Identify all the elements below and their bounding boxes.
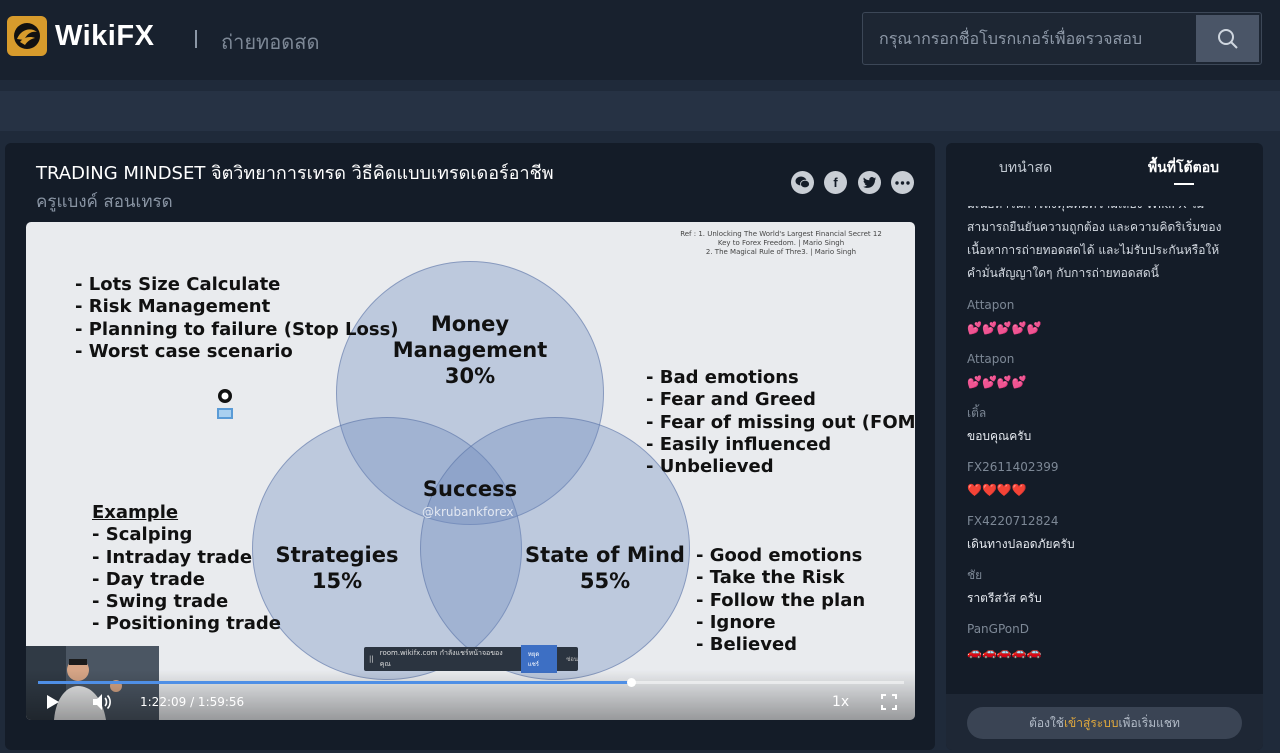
time-readout: 1:22:09 / 1:59:56 bbox=[140, 695, 245, 709]
chat-text: ราตรีสวัส ครับ bbox=[967, 591, 1042, 605]
progress-bar[interactable] bbox=[38, 678, 904, 687]
chat-message: PanGPonD 🚗🚗🚗🚗🚗 bbox=[967, 621, 1252, 663]
chat-message: Attapon 💕💕💕💕 bbox=[967, 351, 1252, 393]
success-label: Success bbox=[422, 477, 518, 501]
chat-messages[interactable]: มีเนื้อหาในการลงทุนที่มีความเสี่ยง WikiF… bbox=[967, 206, 1252, 694]
live-panel: TRADING MINDSET จิตวิทยาการเทรด วิธีคิดแ… bbox=[5, 143, 935, 750]
example-list: Example - Scalping - Intraday trade - Da… bbox=[92, 502, 281, 635]
facebook-icon[interactable]: f bbox=[824, 171, 847, 194]
stream-title: TRADING MINDSET จิตวิทยาการเทรด วิธีคิดแ… bbox=[36, 163, 554, 184]
login-link[interactable]: เข้าสู่ระบบ bbox=[1064, 716, 1119, 730]
chat-username: เติ้ล bbox=[967, 406, 987, 420]
chat-message: เติ้ล ขอบคุณครับ bbox=[967, 405, 1252, 447]
wikifx-logo-icon[interactable] bbox=[7, 16, 47, 56]
login-to-chat-button[interactable]: ต้องใช้เข้าสู่ระบบเพื่อเริ่มแชท bbox=[967, 707, 1242, 739]
chat-text: ❤️❤️❤️❤️ bbox=[967, 483, 1027, 497]
page-title: ถ่ายทอดสด bbox=[221, 30, 320, 54]
strategies-label: Strategies 15% bbox=[275, 543, 399, 593]
state-of-mind-list: - Good emotions - Take the Risk - Follow… bbox=[696, 545, 866, 656]
search-box bbox=[862, 12, 1262, 65]
money-management-label: Money Management 30% bbox=[392, 312, 548, 388]
chat-sidebar: บทนำสด พื้นที่โต้ตอบ มีเนื้อหาในการลงทุน… bbox=[946, 143, 1263, 750]
chat-text: 💕💕💕💕💕 bbox=[967, 321, 1042, 335]
play-icon[interactable] bbox=[46, 694, 60, 714]
fullscreen-icon[interactable] bbox=[881, 694, 897, 714]
chat-disclaimer: มีเนื้อหาในการลงทุนที่มีความเสี่ยง WikiF… bbox=[967, 206, 1222, 280]
chat-message: FX4220712824 เดินทางปลอดภัยครับ bbox=[967, 513, 1252, 555]
bad-emotions-list: - Bad emotions - Fear and Greed - Fear o… bbox=[646, 367, 915, 478]
slide-reference: Ref : 1. Unlocking The World's Largest F… bbox=[680, 230, 882, 256]
chat-message: ชัย ราตรีสวัส ครับ bbox=[967, 567, 1252, 609]
more-icon[interactable] bbox=[891, 171, 914, 194]
tab-interaction[interactable]: พื้นที่โต้ตอบ bbox=[1148, 157, 1219, 179]
progress-fill bbox=[38, 681, 632, 684]
video-player[interactable]: Ref : 1. Unlocking The World's Largest F… bbox=[26, 222, 915, 720]
volume-icon[interactable] bbox=[92, 693, 112, 715]
top-bar: WikiFX ถ่ายทอดสด bbox=[0, 0, 1280, 80]
search-icon bbox=[1217, 28, 1238, 49]
stop-share-button[interactable]: หยุดแชร์ bbox=[520, 645, 558, 673]
chat-username: FX4220712824 bbox=[967, 514, 1059, 528]
logo-text[interactable]: WikiFX bbox=[55, 20, 154, 53]
money-management-list: - Lots Size Calculate - Risk Management … bbox=[75, 274, 399, 362]
twitter-icon[interactable] bbox=[858, 171, 881, 194]
chat-username: Attapon bbox=[967, 352, 1015, 366]
chat-message: FX2611402399 ❤️❤️❤️❤️ bbox=[967, 459, 1252, 501]
state-of-mind-label: State of Mind 55% bbox=[525, 543, 685, 593]
chat-footer: ต้องใช้เข้าสู่ระบบเพื่อเริ่มแชท bbox=[946, 694, 1263, 750]
chat-text: เดินทางปลอดภัยครับ bbox=[967, 537, 1075, 551]
chat-username: Attapon bbox=[967, 298, 1015, 312]
tab-live-intro[interactable]: บทนำสด bbox=[999, 157, 1052, 179]
wechat-icon[interactable] bbox=[791, 171, 814, 194]
screen-share-banner: || room.wikifx.com กำลังแชร์หน้าจอของคุณ… bbox=[364, 645, 578, 673]
search-button[interactable] bbox=[1196, 15, 1259, 62]
slide-watermark: @krubankforex bbox=[422, 505, 514, 519]
chat-message: Attapon 💕💕💕💕💕 bbox=[967, 297, 1252, 339]
header-divider bbox=[195, 30, 197, 48]
hide-banner-button[interactable]: ซ่อน bbox=[566, 654, 578, 664]
search-input[interactable] bbox=[864, 14, 1198, 63]
playback-speed[interactable]: 1x bbox=[832, 694, 849, 710]
chat-text: 🚗🚗🚗🚗🚗 bbox=[967, 645, 1042, 659]
active-tab-indicator bbox=[1174, 183, 1194, 185]
chat-text: ขอบคุณครับ bbox=[967, 429, 1032, 443]
bulb-icon bbox=[215, 387, 235, 425]
chat-username: PanGPonD bbox=[967, 622, 1029, 636]
chat-username: FX2611402399 bbox=[967, 460, 1059, 474]
stream-host[interactable]: ครูแบงค์ สอนเทรด bbox=[36, 188, 173, 215]
header-band bbox=[0, 91, 1280, 131]
chat-text: 💕💕💕💕 bbox=[967, 375, 1027, 389]
chat-username: ชัย bbox=[967, 568, 983, 582]
